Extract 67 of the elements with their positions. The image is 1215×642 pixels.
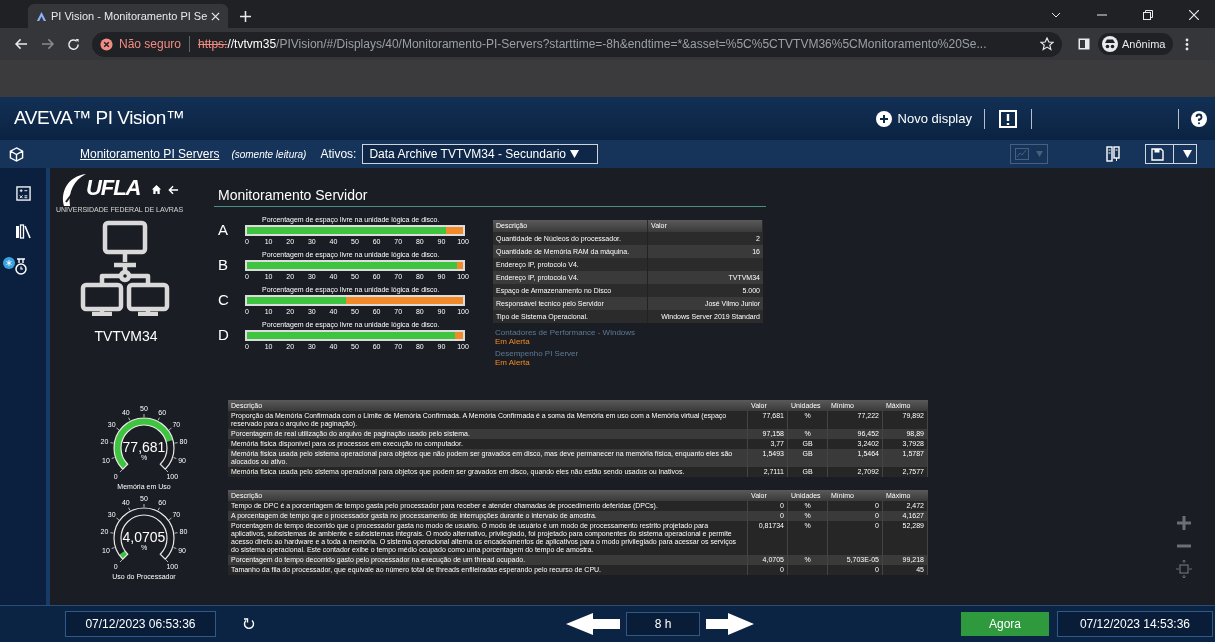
display-title: Monitoramento Servidor: [218, 186, 368, 205]
caret-icon: [570, 150, 579, 158]
network-computers-icon: [80, 220, 170, 316]
close-icon[interactable]: [1189, 10, 1199, 20]
status-value: Em Alerta: [495, 358, 531, 367]
warning-icon: [100, 37, 113, 51]
next-arrow-icon[interactable]: [706, 613, 754, 635]
save-button[interactable]: [1145, 144, 1197, 164]
back-arrow-icon[interactable]: [168, 185, 179, 195]
status-label: Desempenho PI Server: [495, 349, 580, 358]
browser-tab[interactable]: PI Vision - Monitoramento PI Se: [28, 4, 228, 28]
logo-text: UFLA: [86, 174, 141, 202]
gauge-dial: [110, 413, 178, 473]
now-button[interactable]: Agora: [961, 612, 1049, 636]
status-value: Em Alerta: [495, 337, 531, 346]
new-tab-icon[interactable]: [240, 11, 251, 22]
app-title: AVEVA™ PI Vision™: [14, 106, 185, 131]
cube-icon[interactable]: [9, 146, 24, 162]
fit-to-screen-icon[interactable]: [1176, 560, 1192, 578]
reset-icon[interactable]: [243, 618, 255, 630]
tab-title: PI Vision - Monitoramento PI Se: [51, 8, 207, 24]
library-icon[interactable]: [15, 224, 31, 239]
end-time-field[interactable]: 07/12/2023 14:53:36: [1057, 611, 1213, 637]
read-only-label: (somente leitura): [231, 147, 307, 162]
url-text: https://tvtvm35/PIVision/#/Displays/40/Monitoramento-PI-Servers?starttime=-8h&endtime=*&asset=%5C%5CTVTVM36%5CMonitoramento%20Se...: [198, 36, 987, 53]
forward-icon[interactable]: [41, 38, 54, 50]
drive-letter: B: [218, 257, 228, 272]
close-icon[interactable]: [211, 11, 220, 21]
assets-label: Ativos:: [320, 146, 357, 163]
start-time-field[interactable]: 07/12/2023 06:53:36: [65, 611, 216, 637]
drive-letter: C: [218, 292, 229, 307]
app-logo-icon: [36, 10, 47, 22]
duration-field[interactable]: 8 h: [626, 612, 700, 636]
calculator-icon[interactable]: [15, 186, 31, 201]
caret-icon: [1182, 150, 1192, 158]
incognito-icon: [1102, 36, 1118, 52]
new-display-button[interactable]: Novo display: [875, 108, 972, 129]
logo-swoosh-icon: [60, 172, 88, 208]
drive-letter: D: [218, 327, 229, 342]
security-label: Não seguro: [119, 36, 182, 53]
reload-icon[interactable]: [67, 37, 80, 51]
back-icon[interactable]: [15, 38, 28, 50]
drive-letter: A: [218, 222, 228, 237]
help-icon[interactable]: [1191, 110, 1207, 127]
server-name: TVTVM34: [93, 327, 159, 346]
display-link[interactable]: Monitoramento PI Servers: [80, 145, 220, 163]
star-icon[interactable]: [1040, 37, 1054, 51]
profile-chip[interactable]: Anônima: [1098, 33, 1174, 55]
previous-arrow-icon[interactable]: [566, 613, 620, 635]
zoom-in-icon[interactable]: [1177, 516, 1191, 530]
plus-circle-icon: [875, 110, 892, 127]
book-icon[interactable]: [1106, 146, 1120, 162]
trend-icon: [1014, 148, 1029, 160]
caret-icon: [1036, 151, 1044, 157]
chevron-down-icon[interactable]: [1051, 12, 1061, 18]
gauge-value: 77,681: [122, 439, 166, 455]
alert-icon[interactable]: [999, 109, 1017, 128]
side-panel-icon[interactable]: [1078, 38, 1090, 50]
more-icon[interactable]: [1185, 37, 1190, 51]
restore-icon[interactable]: [1143, 10, 1153, 20]
gauge-value: 4,0705: [122, 529, 166, 545]
gauge-dial: [110, 503, 178, 563]
status-label: Contadores de Performance - Windows: [495, 328, 636, 337]
save-icon: [1150, 147, 1164, 161]
asset-dropdown[interactable]: Data Archive TVTVM34 - Secundario: [362, 144, 599, 164]
address-bar[interactable]: Não seguro https://tvtvm35/PIVision/#/Displays/40/Monitoramento-PI-Servers?starttime=-8h&endtime=*&asset=%5C%5CTVTVM36%5CMonitoramento%20Se...: [92, 31, 1062, 57]
home-icon[interactable]: [151, 184, 162, 195]
